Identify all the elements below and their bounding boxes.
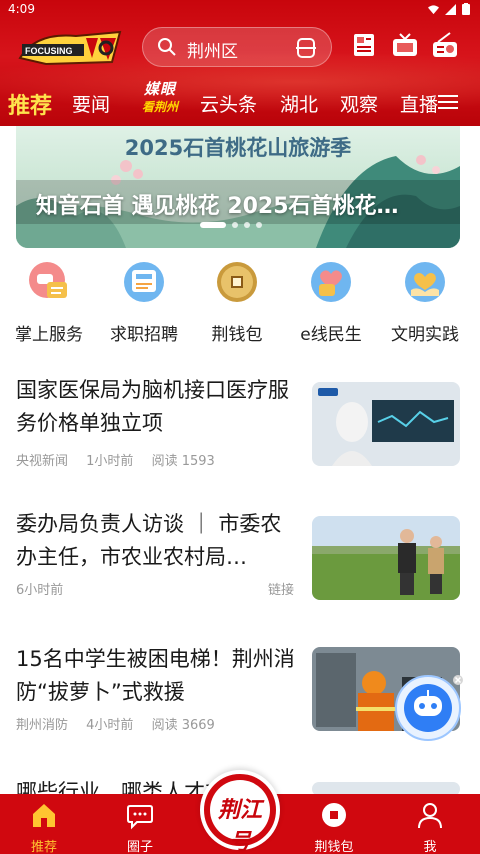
- battery-icon: [462, 3, 470, 15]
- nav-label: 推荐: [30, 840, 57, 854]
- nav-me[interactable]: 我: [390, 800, 470, 854]
- news-meta: 6小时前: [16, 579, 77, 598]
- service-job-recruiting[interactable]: 求职招聘: [98, 258, 190, 345]
- news-title[interactable]: 委办局负责人访谈 ｜ 市委农办主任，市农业农村局…: [16, 508, 296, 574]
- tab-media-eye-sub: 看荆州: [141, 100, 178, 114]
- scan-icon[interactable]: [295, 37, 317, 59]
- service-civilization-practice[interactable]: 文明实践: [379, 258, 471, 345]
- service-e-livelihood[interactable]: e线民生: [285, 258, 377, 345]
- tab-live[interactable]: 直播: [400, 90, 438, 117]
- news-source: 央视新闻: [16, 454, 69, 469]
- banner-caption: 知音石首 遇见桃花 2025石首桃花…: [36, 194, 399, 219]
- news-title[interactable]: 15名中学生被困电梯！荆州消防“拔萝卜”式救援: [16, 643, 296, 709]
- news-meta: 荆州消防 4小时前 阅读 3669: [16, 714, 229, 733]
- news-time: 6小时前: [16, 583, 64, 598]
- newspaper-icon[interactable]: [350, 30, 380, 60]
- radio-icon[interactable]: [430, 30, 460, 60]
- news-meta: 央视新闻 1小时前 阅读 1593: [16, 450, 229, 469]
- news-item[interactable]: 国家医保局为脑机接口医疗服务价格单独立项 央视新闻 1小时前 阅读 1593: [0, 374, 480, 474]
- nav-wallet[interactable]: 荆钱包: [294, 800, 374, 854]
- service-label: 荆钱包: [211, 325, 263, 345]
- search-bar[interactable]: 荆州区: [142, 27, 332, 67]
- service-label: 文明实践: [391, 325, 459, 345]
- tv-icon[interactable]: [390, 30, 420, 60]
- heart-hands-icon: [405, 262, 445, 302]
- chat-service-icon: [29, 262, 67, 298]
- signal-icon: [445, 3, 456, 15]
- status-time: 4:09: [8, 2, 35, 16]
- tab-media-eye-label: 媒眼: [143, 80, 176, 98]
- carousel-dot: [256, 222, 262, 228]
- center-logo-text: 荆江号: [217, 797, 262, 854]
- wallet-icon: [322, 803, 346, 827]
- tab-hubei[interactable]: 湖北: [280, 90, 318, 117]
- tab-observation[interactable]: 观察: [340, 90, 378, 117]
- status-bar: 4:09: [0, 0, 480, 20]
- nav-circle[interactable]: 圈子: [100, 800, 180, 854]
- nav-label: 我: [423, 840, 437, 854]
- home-icon: [33, 804, 55, 827]
- banner-carousel[interactable]: 2025石首桃花山旅游季 知音石首 遇见桃花 2025石首桃花…: [16, 126, 460, 248]
- tab-recommend[interactable]: 推荐: [8, 88, 52, 120]
- thumbs-up-heart-icon: [311, 262, 351, 302]
- nav-recommend[interactable]: 推荐: [4, 800, 84, 854]
- service-label: e线民生: [300, 325, 362, 345]
- app-logo[interactable]: FOCUSING: [16, 28, 124, 68]
- quick-services: 掌上服务 求职招聘 荆钱包 e线民生 文明实践: [0, 258, 480, 345]
- channel-tabs: 推荐 要闻 媒眼 看荆州 云头条 湖北 观察 直播: [0, 80, 480, 122]
- nav-label: 荆钱包: [314, 840, 354, 854]
- nav-label: 圈子: [126, 840, 153, 854]
- wifi-icon: [428, 4, 439, 14]
- news-thumbnail[interactable]: [312, 382, 460, 466]
- link-tag: 链接: [267, 583, 294, 598]
- news-source: 荆州消防: [16, 718, 69, 733]
- carousel-dot: [244, 222, 250, 228]
- service-label: 求职招聘: [110, 325, 178, 345]
- ai-assistant-icon[interactable]: [392, 670, 464, 742]
- news-time: 4小时前: [86, 718, 134, 733]
- carousel-indicator: [200, 222, 262, 228]
- carousel-dot-active: [200, 222, 226, 228]
- carousel-dot: [232, 222, 238, 228]
- app-header: 4:09 FOCUSING 荆州区 推荐 要闻 媒眼 看荆州 云头条 湖北 观察…: [0, 0, 480, 126]
- news-title[interactable]: 国家医保局为脑机接口医疗服务价格单独立项: [16, 374, 296, 440]
- news-reads: 阅读 1593: [151, 454, 215, 469]
- service-label: 掌上服务: [15, 325, 83, 345]
- service-mobile-service[interactable]: 掌上服务: [3, 258, 95, 345]
- menu-icon[interactable]: [438, 94, 458, 110]
- status-icons: [428, 3, 470, 15]
- news-item[interactable]: 委办局负责人访谈 ｜ 市委农办主任，市农业农村局… 6小时前 链接: [0, 508, 480, 608]
- nav-jingjiang-hao[interactable]: 荆江号: [200, 770, 280, 854]
- chat-bubble-icon: [127, 805, 153, 830]
- search-icon: [158, 38, 176, 56]
- job-board-icon: [124, 262, 164, 302]
- news-thumbnail[interactable]: [312, 516, 460, 600]
- tab-media-eye[interactable]: 媒眼 看荆州: [134, 78, 186, 118]
- coin-wallet-icon: [217, 262, 257, 302]
- profile-icon: [418, 803, 442, 829]
- news-time: 1小时前: [86, 454, 134, 469]
- news-reads: 阅读 3669: [151, 718, 215, 733]
- tab-headline-news[interactable]: 要闻: [72, 90, 110, 117]
- banner-title: 2025石首桃花山旅游季: [124, 136, 352, 160]
- center-logo-icon: 荆江号: [210, 780, 270, 854]
- tab-cloud-headlines[interactable]: 云头条: [200, 90, 257, 117]
- logo-text: FOCUSING: [25, 46, 73, 56]
- service-jing-wallet[interactable]: 荆钱包: [191, 258, 283, 345]
- search-location-text: 荆州区: [187, 42, 238, 62]
